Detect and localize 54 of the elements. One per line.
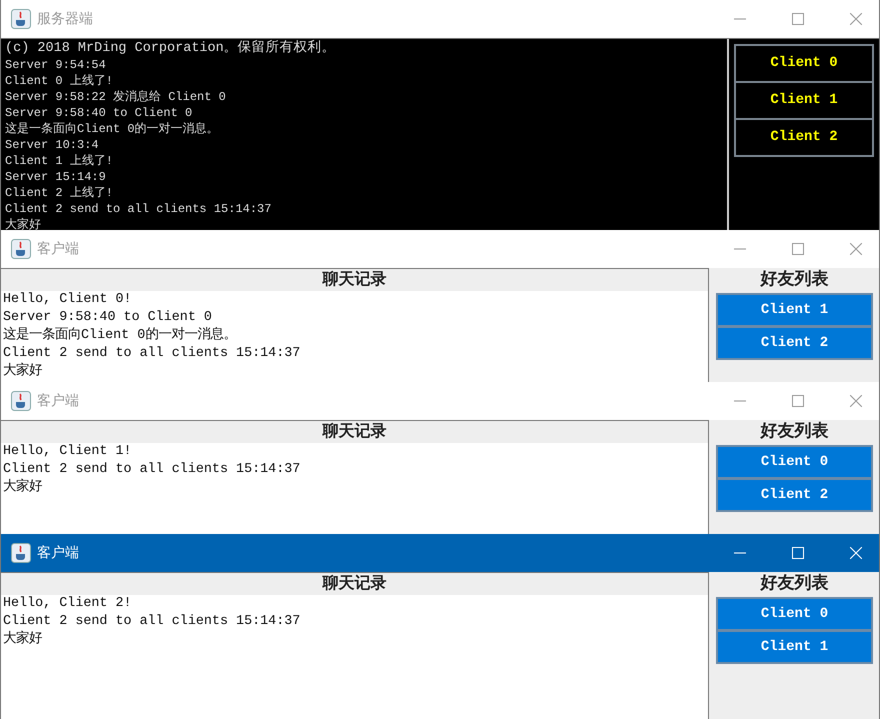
close-icon [850,13,862,25]
chat-header: 聊天记录 [1,573,708,595]
chat-header: 聊天记录 [1,421,708,443]
log-line: Client 0 上线了! [5,73,114,89]
log-line: 这是一条面向Client 0的一对一消息。 [5,121,220,137]
window-title: 客户端 [37,392,79,410]
chat-message: 大家好 [2,631,43,649]
chat-message: Hello, Client 1! [2,443,133,461]
log-line: 大家好 [5,217,42,230]
log-line: Client 1 上线了! [5,153,114,169]
chat-message: 大家好 [2,479,43,497]
cup-icon [11,9,31,29]
chat-message: 大家好 [2,363,43,381]
maximize-icon [792,243,804,255]
close-icon [850,547,862,559]
chat-message: Client 2 send to all clients 15:14:37 [2,345,302,362]
chat-message: Server 9:58:40 to Client 0 [2,309,213,326]
log-line: (c) 2018 MrDing Corporation。保留所有权利。 [5,40,337,57]
chat-message: Client 2 send to all clients 15:14:37 [2,613,302,630]
chat-message: Hello, Client 2! [2,595,133,613]
cup-icon [11,391,31,411]
maximize-icon [792,395,804,407]
friend-button[interactable]: Client 1 [716,630,873,664]
maximize-icon [792,13,804,25]
client-button[interactable]: Client 0 [734,44,874,83]
cup-icon [11,543,31,563]
log-line: Client 2 send to all clients 15:14:37 [5,201,272,217]
friends-header: 好友列表 [759,268,830,290]
friend-button[interactable]: Client 0 [716,597,873,631]
chat-message: 这是一条面向Client 0的一对一消息。 [2,327,238,345]
log-line: Server 9:54:54 [5,57,107,73]
friend-button[interactable]: Client 1 [716,293,873,327]
friend-button[interactable]: Client 2 [716,478,873,512]
close-icon [850,395,862,407]
close-icon [850,243,862,255]
client-button[interactable]: Client 2 [734,118,874,157]
friend-button[interactable]: Client 0 [716,445,873,479]
log-line: Server 9:58:40 to Client 0 [5,105,194,121]
chat-message: Hello, Client 0! [2,291,133,309]
chat-header: 聊天记录 [1,269,708,291]
log-line: Server 10:3:4 [5,137,100,153]
friends-header: 好友列表 [759,420,830,442]
cup-icon [11,239,31,259]
client-button[interactable]: Client 1 [734,81,874,120]
chat-message: Client 2 send to all clients 15:14:37 [2,461,302,478]
log-line: Client 2 上线了! [5,185,114,201]
friend-button[interactable]: Client 2 [716,326,873,360]
friends-header: 好友列表 [759,572,830,594]
window-title: 服务器端 [37,10,93,28]
window-title: 客户端 [37,240,79,258]
window-title: 客户端 [37,544,79,562]
maximize-icon [792,547,804,559]
log-line: Server 9:58:22 发消息给 Client 0 [5,89,227,105]
log-line: Server 15:14:9 [5,169,107,185]
